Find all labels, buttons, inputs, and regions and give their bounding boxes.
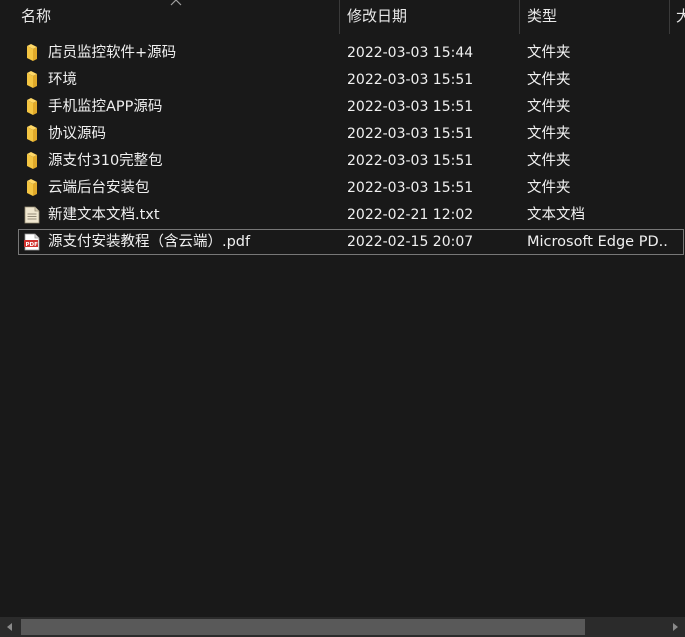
- file-date: 2022-02-21 12:02: [347, 207, 474, 223]
- folder-icon: [27, 152, 37, 169]
- folder-icon: [27, 125, 37, 142]
- scroll-right-arrow-icon[interactable]: [665, 617, 685, 637]
- file-name: 手机监控APP源码: [48, 99, 163, 115]
- file-list: 店员监控软件+源码 2022-03-03 15:44 文件夹 环境 2022-0…: [0, 40, 685, 256]
- file-row[interactable]: 店员监控软件+源码 2022-03-03 15:44 文件夹: [0, 40, 685, 67]
- folder-icon: [27, 179, 37, 196]
- file-name: 环境: [48, 72, 77, 88]
- text-file-icon: [24, 206, 40, 224]
- file-row[interactable]: 云端后台安装包 2022-03-03 15:51 文件夹: [0, 175, 685, 202]
- folder-icon: [27, 44, 37, 61]
- file-row[interactable]: 源支付310完整包 2022-03-03 15:51 文件夹: [0, 148, 685, 175]
- column-header-size[interactable]: 大: [676, 0, 685, 34]
- column-header-bar: 名称 修改日期 类型 大: [0, 0, 685, 34]
- column-divider[interactable]: [519, 0, 520, 34]
- file-name: 协议源码: [48, 126, 106, 142]
- file-type: 文件夹: [527, 153, 571, 169]
- horizontal-scrollbar[interactable]: [0, 617, 685, 637]
- file-date: 2022-03-03 15:51: [347, 180, 474, 196]
- file-type: 文本文档: [527, 207, 585, 223]
- file-date: 2022-03-03 15:51: [347, 99, 474, 115]
- file-type: 文件夹: [527, 45, 571, 61]
- file-row[interactable]: 协议源码 2022-03-03 15:51 文件夹: [0, 121, 685, 148]
- file-type: 文件夹: [527, 180, 571, 196]
- file-name: 店员监控软件+源码: [48, 45, 177, 61]
- column-header-date[interactable]: 修改日期: [347, 0, 407, 34]
- file-date: 2022-02-15 20:07: [347, 234, 474, 250]
- column-header-name[interactable]: 名称: [21, 0, 51, 34]
- file-name: 云端后台安装包: [48, 180, 150, 196]
- column-divider[interactable]: [669, 0, 670, 34]
- file-date: 2022-03-03 15:51: [347, 126, 474, 142]
- scrollbar-thumb[interactable]: [21, 619, 585, 635]
- file-type: 文件夹: [527, 126, 571, 142]
- file-type: 文件夹: [527, 72, 571, 88]
- folder-icon: [27, 71, 37, 88]
- file-row-selected[interactable]: PDF 源支付安装教程（含云端）.pdf 2022-02-15 20:07 Mi…: [0, 229, 685, 256]
- svg-text:PDF: PDF: [26, 242, 39, 248]
- pdf-file-icon: PDF: [24, 233, 40, 251]
- folder-icon: [27, 98, 37, 115]
- scroll-left-arrow-icon[interactable]: [0, 617, 20, 637]
- file-name: 源支付310完整包: [48, 153, 163, 169]
- file-row[interactable]: 手机监控APP源码 2022-03-03 15:51 文件夹: [0, 94, 685, 121]
- file-date: 2022-03-03 15:51: [347, 72, 474, 88]
- column-divider[interactable]: [339, 0, 340, 34]
- sort-ascending-icon: [170, 0, 182, 6]
- file-name: 源支付安装教程（含云端）.pdf: [48, 234, 251, 250]
- column-header-type[interactable]: 类型: [527, 0, 557, 34]
- file-type: Microsoft Edge PD...: [527, 234, 667, 250]
- file-name: 新建文本文档.txt: [48, 207, 160, 223]
- file-row[interactable]: 新建文本文档.txt 2022-02-21 12:02 文本文档: [0, 202, 685, 229]
- file-type: 文件夹: [527, 99, 571, 115]
- file-row[interactable]: 环境 2022-03-03 15:51 文件夹: [0, 67, 685, 94]
- file-date: 2022-03-03 15:51: [347, 153, 474, 169]
- file-date: 2022-03-03 15:44: [347, 45, 474, 61]
